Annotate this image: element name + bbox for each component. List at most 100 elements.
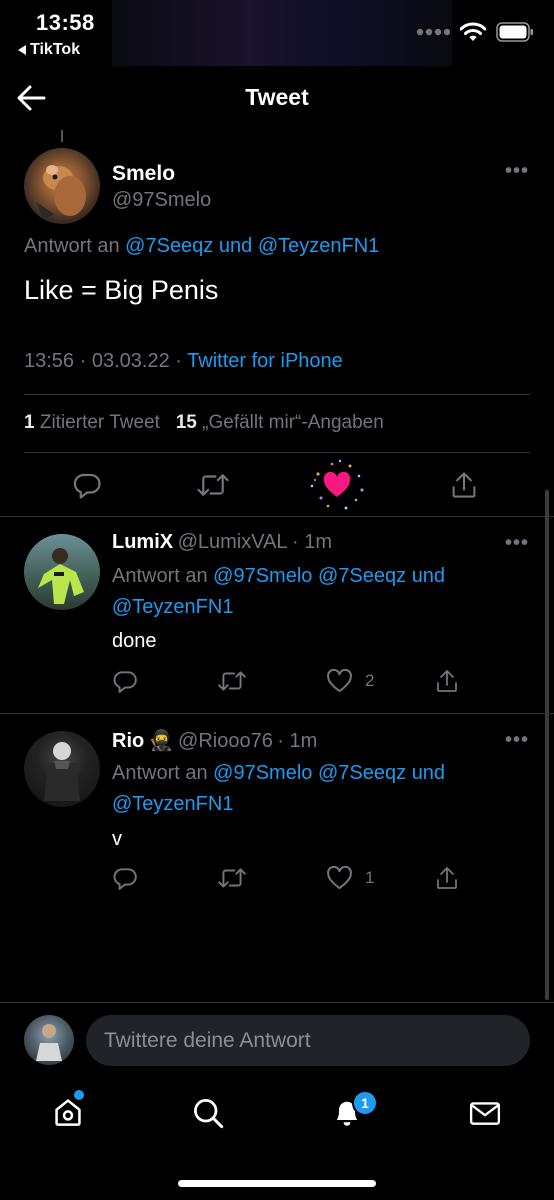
reply-context: Antwort an @97Smelo @7Seeqz und @TeyzenF… [112,758,532,820]
meta-separator: · [175,350,182,372]
mention-link[interactable]: @TeyzenFN1 [112,793,233,815]
user-avatar-image [36,1024,62,1061]
reply-prefix: Antwort an [112,565,208,587]
player-avatar-image [38,548,84,604]
like-count: 1 [365,868,375,887]
retweet-icon [218,671,246,691]
reply-author-name[interactable]: LumiX [112,531,173,553]
reply-share-button[interactable] [435,668,459,694]
reply-like-button[interactable]: 1 [326,865,374,891]
reply-retweet-button[interactable] [217,865,247,891]
divider [24,452,530,453]
like-count: 2 [365,671,375,690]
like-label: „Gefällt mir“-Angaben [202,412,384,433]
quote-count: 1 [24,412,35,433]
battery-icon [496,22,533,42]
main-tweet-author-name[interactable]: Smelo [112,162,175,186]
main-tweet-author-handle[interactable]: @97Smelo [112,189,211,212]
meta-separator: · [79,350,87,372]
quote-tweets-stat[interactable]: 1 Zitierter Tweet [24,412,165,433]
reply-header: Rio 🥷 @Riooo76 · 1m [112,728,317,753]
reply-more-icon[interactable]: ••• [505,729,529,752]
tab-search[interactable] [192,1097,224,1129]
retweet-icon [218,868,246,888]
mention-join[interactable]: und [219,235,252,257]
reply-reply-button[interactable] [112,668,138,694]
main-tweet-avatar[interactable] [24,148,100,224]
heart-icon [327,865,352,890]
reply-author-handle[interactable]: @LumixVAL [178,531,288,553]
reply-time: · 1m [277,730,318,752]
reply-more-icon[interactable]: ••• [505,532,529,555]
scrollbar[interactable] [545,490,549,1000]
status-indicators [416,22,534,42]
reply-author-name[interactable]: Rio [112,730,144,752]
tweet-source-link[interactable]: Twitter for iPhone [187,350,343,372]
reply-composer[interactable] [86,1015,530,1066]
mention-link[interactable]: @TeyzenFN1 [112,596,233,618]
mail-icon [469,1102,501,1125]
reply-author-handle[interactable]: @Riooo76 [178,730,273,752]
mention-link[interactable]: @TeyzenFN1 [258,235,379,257]
reply-reply-button[interactable] [112,865,138,891]
home-indicator[interactable] [178,1180,376,1187]
composer-user-avatar[interactable] [24,1015,74,1065]
reply-share-button[interactable] [435,865,459,891]
reply-avatar[interactable] [24,731,100,807]
reply-like-button[interactable]: 2 [326,668,374,694]
divider [24,394,530,395]
like-count: 15 [175,412,197,433]
reply-icon [113,868,137,890]
tweet-time: 13:56 [24,350,75,372]
tweet-date: 03.03.22 [91,350,170,372]
hooded-figure-avatar-image [44,742,80,801]
share-icon [437,867,457,889]
divider [0,1002,554,1003]
tab-messages[interactable] [469,1099,501,1127]
search-icon [194,1099,224,1129]
home-icon [55,1099,81,1126]
ninja-emoji: 🥷 [148,730,174,752]
reply-retweet-button[interactable] [217,668,247,694]
back-triangle-icon [18,45,26,55]
mention-link[interactable]: @7Seeqz [318,762,406,784]
mention-link[interactable]: @97Smelo [213,565,312,587]
tab-home[interactable] [52,1096,84,1128]
status-bar-background [112,0,452,66]
reply-prefix: Antwort an [24,235,120,257]
reply-time: · 1m [292,531,333,553]
quote-label: Zitierter Tweet [39,412,160,433]
reply-header: LumiX @LumixVAL · 1m [112,531,332,554]
dog-avatar-image [36,165,86,220]
mention-join[interactable]: und [412,565,445,587]
back-to-app-button[interactable]: TikTok [18,41,80,59]
likes-stat[interactable]: 15 „Gefällt mir“-Angaben [176,412,384,433]
main-like-button[interactable] [304,456,370,514]
main-share-button[interactable] [450,470,478,500]
mention-link[interactable]: @7Seeqz [125,235,213,257]
status-time: 13:58 [36,10,95,35]
page-title: Tweet [245,84,309,110]
heart-icon [327,668,352,693]
main-tweet-more-icon[interactable]: ••• [505,160,529,183]
reply-avatar[interactable] [24,534,100,610]
reply-input[interactable] [86,1015,530,1066]
share-icon [452,472,476,498]
main-reply-button[interactable] [72,470,102,500]
reply-text: v [112,828,122,850]
main-tweet-reply-context: Antwort an @7Seeqz und @TeyzenFN1 [24,235,379,258]
back-app-label: TikTok [30,41,81,58]
reply-text: done [112,630,157,652]
main-retweet-button[interactable] [196,470,230,500]
reply-icon [113,671,137,693]
signal-dots-icon [416,28,450,36]
mention-link[interactable]: @97Smelo [213,762,312,784]
tweet-stats: 1 Zitierter Tweet 15 „Gefällt mir“-Angab… [24,412,384,434]
wifi-icon [460,22,486,41]
home-unread-dot [74,1090,84,1100]
divider [0,516,554,517]
retweet-icon [197,474,229,496]
mention-link[interactable]: @7Seeqz [318,565,406,587]
divider [0,713,554,714]
mention-join[interactable]: und [412,762,445,784]
